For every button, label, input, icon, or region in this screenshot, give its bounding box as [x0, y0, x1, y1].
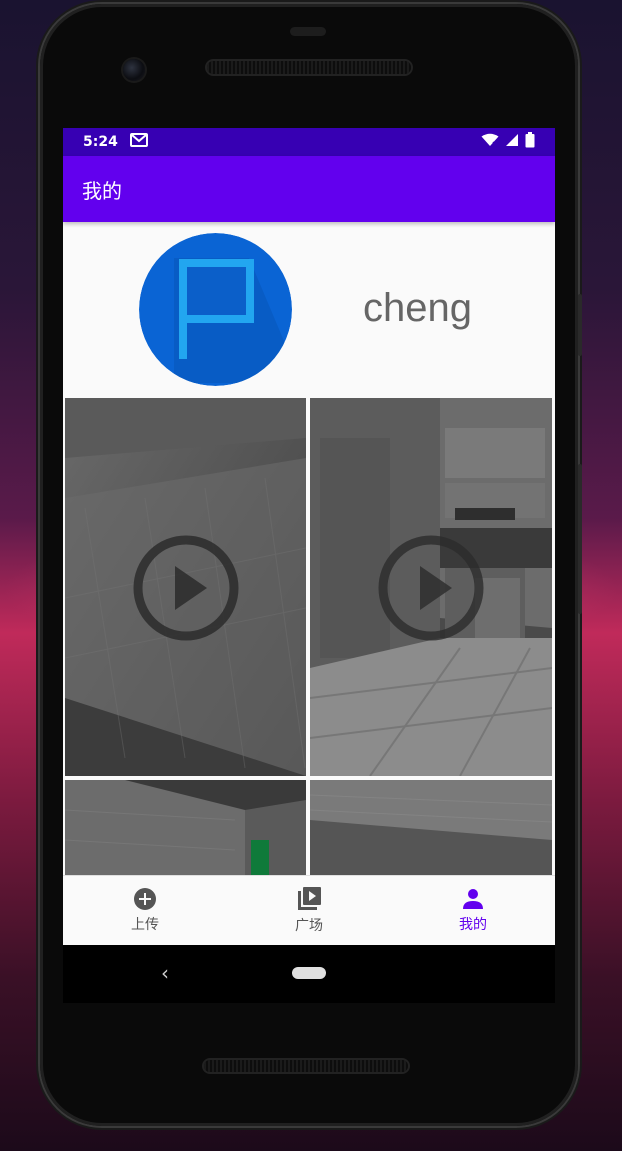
- battery-icon: [525, 132, 535, 152]
- video-thumbnail[interactable]: [310, 398, 552, 776]
- nav-item-upload[interactable]: 上传: [63, 876, 227, 945]
- nav-label-upload: 上传: [131, 917, 159, 933]
- profile-header: cheng: [63, 222, 555, 398]
- video-library-icon: [298, 887, 321, 910]
- flag-p-logo-icon: [139, 233, 292, 386]
- bottom-navigation: 上传 广场 我的: [63, 875, 555, 945]
- play-circle-icon: [378, 535, 484, 641]
- home-pill-icon[interactable]: [292, 967, 326, 979]
- person-icon: [463, 889, 483, 909]
- nav-item-square[interactable]: 广场: [227, 876, 391, 945]
- gmail-icon: [129, 133, 148, 151]
- system-navigation-bar: ‹: [63, 945, 555, 1003]
- add-circle-icon: [134, 888, 156, 910]
- avatar[interactable]: [139, 233, 292, 386]
- back-chevron-icon[interactable]: ‹: [161, 961, 169, 985]
- app-bar: 我的: [63, 156, 555, 222]
- video-thumbnail[interactable]: [65, 780, 306, 880]
- volume-button: [578, 464, 582, 614]
- status-time: 5:24: [83, 134, 118, 150]
- app-screen: 5:24 我的 cheng 上传 广场 我的: [63, 128, 555, 945]
- proximity-sensor: [290, 27, 326, 36]
- status-bar: 5:24: [63, 128, 555, 156]
- nav-label-square: 广场: [295, 918, 323, 934]
- play-circle-icon: [133, 535, 239, 641]
- video-thumbnail[interactable]: [310, 780, 552, 880]
- page-title: 我的: [82, 178, 122, 203]
- username: cheng: [363, 286, 472, 330]
- video-thumbnail[interactable]: [65, 398, 306, 776]
- signal-icon: [505, 133, 519, 151]
- nav-item-mine[interactable]: 我的: [391, 876, 555, 945]
- wifi-icon: [481, 133, 499, 151]
- nav-label-mine: 我的: [459, 917, 487, 933]
- front-camera-icon: [123, 59, 145, 81]
- earpiece-speaker: [207, 61, 411, 74]
- power-button: [578, 294, 582, 356]
- bottom-speaker: [204, 1060, 408, 1072]
